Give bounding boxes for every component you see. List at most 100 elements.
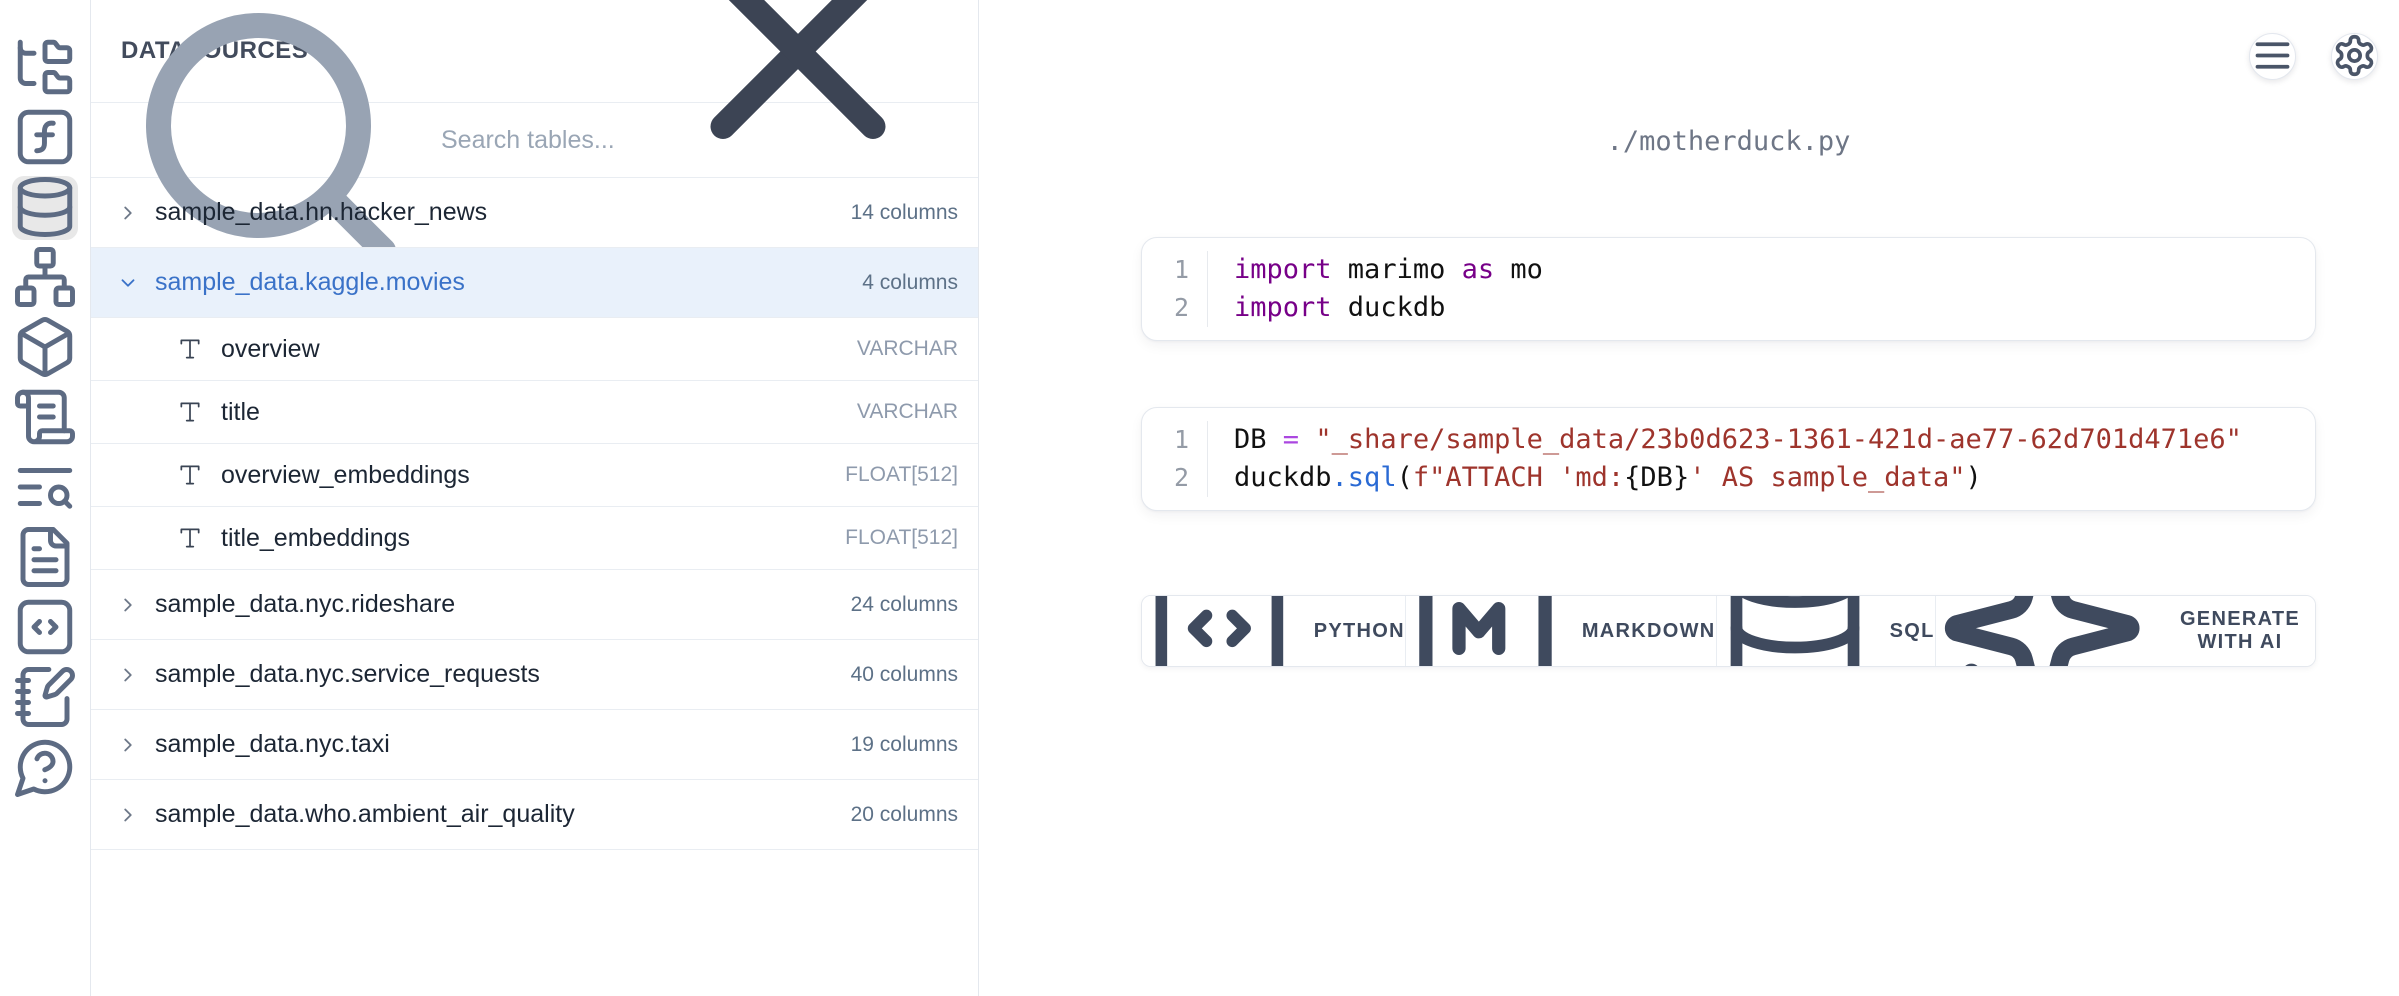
code-editor[interactable]: import marimo as moimport duckdb xyxy=(1208,251,1543,327)
code-token: marimo xyxy=(1332,254,1462,285)
code-editor[interactable]: DB = "_share/sample_data/23b0d623-1361-4… xyxy=(1208,421,2242,497)
settings-button[interactable] xyxy=(2331,33,2378,80)
markdown-square-icon xyxy=(1406,595,1565,667)
add-cell-sql-button[interactable]: SQL xyxy=(1717,596,1936,666)
scroll-text-icon xyxy=(12,384,78,453)
code-line: import marimo as mo xyxy=(1234,251,1543,289)
header-actions xyxy=(2249,33,2378,80)
add-cell-button-label: PYTHON xyxy=(1314,620,1405,643)
notebook-pen-icon xyxy=(12,664,78,733)
column-count-badge: 24 columns xyxy=(851,593,958,617)
rail-button-tracebacks[interactable] xyxy=(12,456,78,520)
database-icon xyxy=(12,174,78,243)
table-row[interactable]: sample_data.nyc.rideshare24 columns xyxy=(91,570,978,640)
column-row[interactable]: title_embeddings FLOAT[512] xyxy=(91,507,978,570)
add-cell-button-label: MARKDOWN xyxy=(1582,620,1716,643)
column-type: FLOAT[512] xyxy=(845,463,958,487)
rail-button-datasources[interactable] xyxy=(12,176,78,240)
column-type: VARCHAR xyxy=(857,337,958,361)
type-icon xyxy=(177,462,203,488)
code-token: import xyxy=(1234,254,1332,285)
code-line: DB = "_share/sample_data/23b0d623-1361-4… xyxy=(1234,421,2242,459)
code-token: f"ATTACH 'md: xyxy=(1413,462,1624,493)
code-square-icon xyxy=(1142,595,1297,667)
rail-button-files[interactable] xyxy=(12,36,78,100)
type-icon xyxy=(177,336,203,362)
code-line: import duckdb xyxy=(1234,289,1543,327)
tables-list: sample_data.hn.hacker_news14 columnssamp… xyxy=(91,178,978,996)
notebook-filename[interactable]: ./motherduck.py xyxy=(1141,126,2316,157)
search-input[interactable] xyxy=(441,126,948,155)
table-row[interactable]: sample_data.nyc.service_requests40 colum… xyxy=(91,640,978,710)
code-token: ( xyxy=(1397,462,1413,493)
notebook-main: ./motherduck.py 12import marimo as moimp… xyxy=(979,0,2399,996)
column-count-badge: 40 columns xyxy=(851,663,958,687)
rail-button-variables[interactable] xyxy=(12,106,78,170)
line-numbers: 12 xyxy=(1142,251,1208,327)
code-token: import xyxy=(1234,292,1332,323)
rail-button-packages[interactable] xyxy=(12,316,78,380)
type-icon xyxy=(177,399,203,425)
column-row[interactable]: overviewVARCHAR xyxy=(91,318,978,381)
table-row[interactable]: sample_data.hn.hacker_news14 columns xyxy=(91,178,978,248)
column-row[interactable]: titleVARCHAR xyxy=(91,381,978,444)
code-line: duckdb.sql(f"ATTACH 'md:{DB}' AS sample_… xyxy=(1234,459,2242,497)
add-cell-markdown-button[interactable]: MARKDOWN xyxy=(1406,596,1717,666)
code-token: .sql xyxy=(1332,462,1397,493)
chevron-right-icon xyxy=(117,202,139,224)
table-name: sample_data.who.ambient_air_quality xyxy=(155,800,575,829)
column-name: overview_embeddings xyxy=(221,461,470,490)
menu-icon xyxy=(2250,33,2295,81)
code-cell[interactable]: 12 DB = "_share/sample_data/23b0d623-1361… xyxy=(1141,407,2316,511)
menu-button[interactable] xyxy=(2249,33,2296,80)
add-cell-python-button[interactable]: PYTHON xyxy=(1142,596,1406,666)
function-square-icon xyxy=(12,104,78,173)
table-name: sample_data.nyc.taxi xyxy=(155,730,390,759)
line-number: 2 xyxy=(1174,459,1189,497)
code-token: ) xyxy=(1966,462,1982,493)
message-question-icon xyxy=(12,734,78,803)
rail-button-help[interactable] xyxy=(12,736,78,800)
gear-icon xyxy=(2332,33,2377,81)
add-cell-bar: PYTHON MARKDOWN SQLGENERATE WITH AI xyxy=(1141,595,2316,667)
column-count-badge: 4 columns xyxy=(862,271,958,295)
column-row[interactable]: overview_embeddings FLOAT[512] xyxy=(91,444,978,507)
table-row[interactable]: sample_data.kaggle.movies 4 columns xyxy=(91,248,978,318)
rail-button-documentation[interactable] xyxy=(12,526,78,590)
code-token: duckdb xyxy=(1332,292,1446,323)
code-token: ' AS sample_data" xyxy=(1689,462,1965,493)
code-token: DB xyxy=(1234,424,1283,455)
line-numbers: 12 xyxy=(1142,421,1208,497)
line-number: 2 xyxy=(1174,289,1189,327)
column-count-badge: 20 columns xyxy=(851,803,958,827)
app-window: DATASOURCES sample_data.hn.hacker_news14… xyxy=(0,0,2399,996)
rail-button-dependencies[interactable] xyxy=(12,246,78,310)
rail-button-snippets[interactable] xyxy=(12,596,78,660)
code-token: {DB} xyxy=(1624,462,1689,493)
column-count-badge: 19 columns xyxy=(851,733,958,757)
table-row[interactable]: sample_data.nyc.taxi 19 columns xyxy=(91,710,978,780)
code-token xyxy=(1299,424,1315,455)
code-token: = xyxy=(1283,424,1299,455)
chevron-right-icon xyxy=(117,594,139,616)
chevron-right-icon xyxy=(117,804,139,826)
table-name: sample_data.kaggle.movies xyxy=(155,268,465,297)
column-count-badge: 14 columns xyxy=(851,201,958,225)
network-icon xyxy=(12,244,78,313)
chevron-down-icon xyxy=(117,272,139,294)
chevron-right-icon xyxy=(117,664,139,686)
column-name: title_embeddings xyxy=(221,524,410,553)
rail-button-scratchpad[interactable] xyxy=(12,666,78,730)
table-row[interactable]: sample_data.who.ambient_air_quality 20 co… xyxy=(91,780,978,850)
add-cell-generate-with-ai-button[interactable]: GENERATE WITH AI xyxy=(1936,596,2315,666)
add-cell-button-label: SQL xyxy=(1890,620,1935,643)
chevron-right-icon xyxy=(117,734,139,756)
code-token: mo xyxy=(1494,254,1543,285)
column-type: FLOAT[512] xyxy=(845,526,958,550)
file-text-icon xyxy=(12,524,78,593)
text-search-icon xyxy=(12,454,78,523)
code-cell[interactable]: 12import marimo as moimport duckdb xyxy=(1141,237,2316,341)
rail-button-logs[interactable] xyxy=(12,386,78,450)
datasources-panel: DATASOURCES sample_data.hn.hacker_news14… xyxy=(91,0,979,996)
column-name: title xyxy=(221,398,260,427)
